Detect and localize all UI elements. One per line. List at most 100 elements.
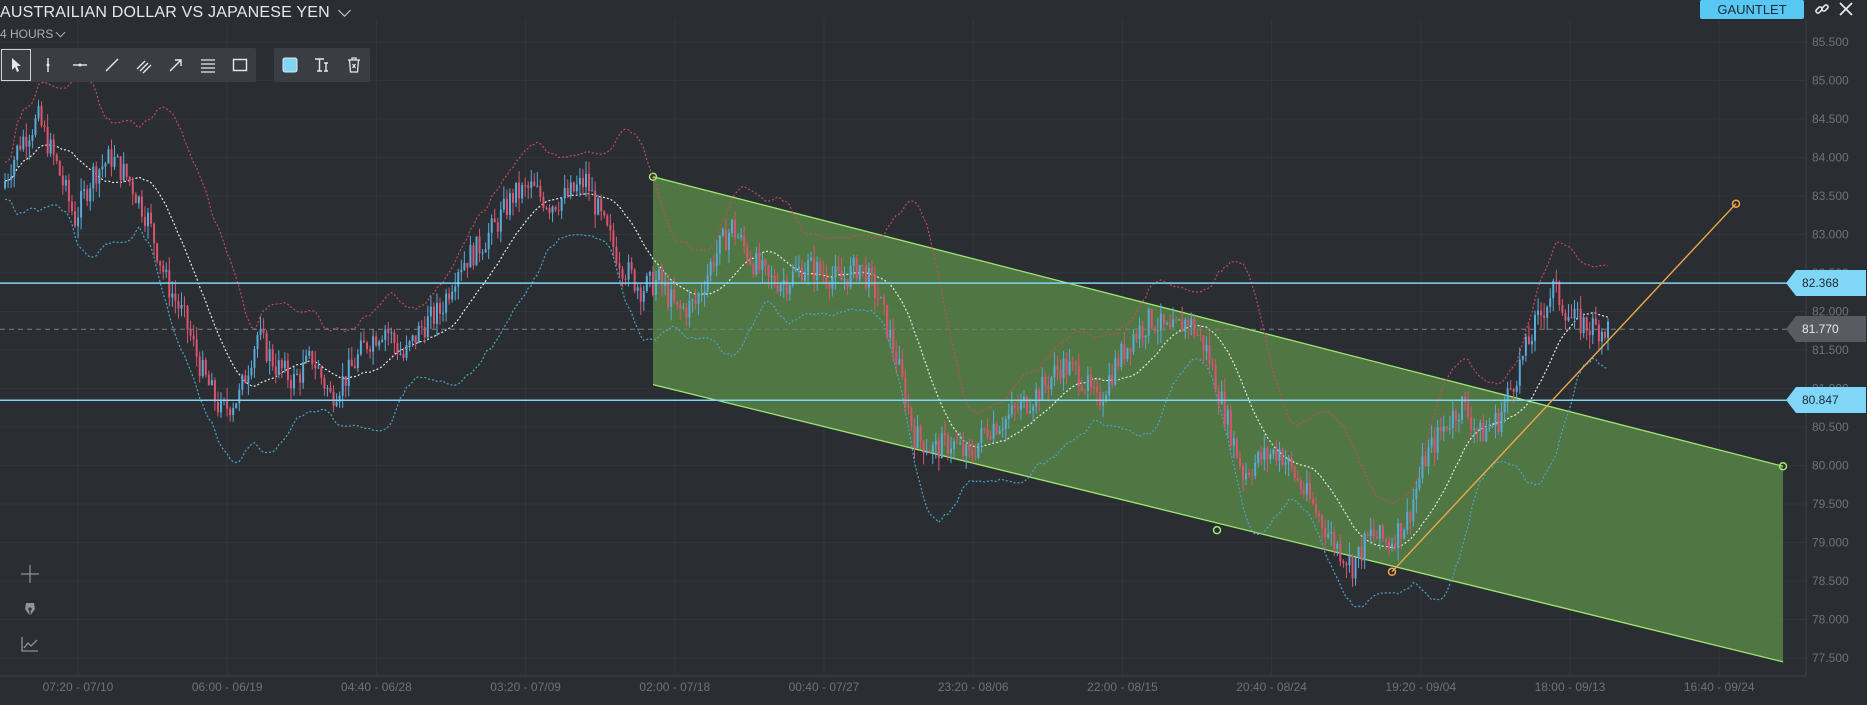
candle-body	[569, 182, 572, 196]
candle-body	[1442, 426, 1445, 432]
candle-body	[1518, 359, 1521, 386]
candle-body	[250, 367, 253, 376]
candle-body	[767, 265, 770, 277]
candle-body	[1117, 358, 1120, 367]
candle-body	[311, 351, 314, 365]
candle-body	[265, 332, 268, 362]
arrow-icon[interactable]	[160, 48, 192, 82]
pointer-icon[interactable]	[0, 48, 32, 82]
candle-body	[1470, 416, 1473, 430]
candle-body	[873, 274, 876, 298]
candle-body	[834, 266, 837, 278]
candle-body	[1159, 313, 1162, 331]
candle-body	[937, 440, 940, 459]
candle-body	[898, 359, 901, 365]
candle-body	[557, 209, 560, 211]
chevron-down-icon[interactable]	[55, 27, 66, 37]
candle-body	[721, 229, 724, 236]
candle-body	[299, 373, 302, 383]
close-icon[interactable]	[1836, 1, 1856, 21]
pen-icon[interactable]	[16, 598, 44, 622]
candle-body	[1448, 428, 1451, 430]
candle-body	[329, 387, 332, 392]
candle-body	[381, 339, 384, 342]
instrument-title[interactable]: AUSTRAILIAN DOLLAR VS JAPANESE YEN	[0, 4, 351, 22]
candle-body	[1427, 447, 1430, 467]
candle-body	[426, 316, 429, 338]
trend-line-icon[interactable]	[96, 48, 128, 82]
candle-body	[1248, 472, 1251, 476]
candle-body	[1111, 375, 1114, 385]
candle-body	[37, 105, 40, 119]
fill-color-swatch[interactable]	[274, 48, 306, 82]
parallel-channel-icon[interactable]	[128, 48, 160, 82]
candle-body	[463, 262, 466, 270]
candle-body	[1108, 375, 1111, 396]
price-tick-label: 78.500	[1812, 574, 1849, 588]
candle-body	[1059, 369, 1062, 379]
gauntlet-button[interactable]: GAUNTLET	[1700, 0, 1804, 19]
candle-body	[134, 194, 137, 204]
candle-body	[779, 284, 782, 292]
candle-body	[256, 334, 259, 350]
indicator-icon[interactable]	[16, 632, 44, 656]
candle-body	[1132, 334, 1135, 353]
price-tick-label: 77.500	[1812, 651, 1849, 665]
candle-body	[1293, 466, 1296, 478]
crosshair-icon[interactable]	[16, 562, 44, 586]
candle-body	[283, 360, 286, 369]
candle-body	[1546, 306, 1549, 318]
delete-drawing-icon[interactable]	[338, 48, 370, 82]
time-tick-label: 16:40 - 09/24	[1684, 680, 1755, 694]
chevron-down-icon[interactable]	[338, 4, 351, 17]
candle-body	[372, 336, 375, 352]
candle-body	[271, 349, 274, 367]
candle-body	[1403, 529, 1406, 539]
candle-body	[469, 245, 472, 268]
candle-body	[1099, 392, 1102, 406]
candle-body	[1381, 525, 1384, 539]
candle-body	[667, 283, 670, 307]
candle-body	[1278, 449, 1281, 461]
vertical-line-icon[interactable]	[32, 48, 64, 82]
horizontal-line-icon[interactable]	[64, 48, 96, 82]
candle-body	[1591, 318, 1594, 336]
candle-body	[204, 359, 207, 375]
candle-body	[67, 179, 70, 202]
candle-body	[457, 272, 460, 287]
candle-body	[1251, 475, 1254, 477]
candle-body	[1077, 365, 1080, 387]
candle-body	[1138, 325, 1141, 339]
candle-body	[837, 266, 840, 272]
candle-body	[390, 332, 393, 334]
candle-body	[445, 293, 448, 313]
candle-body	[25, 136, 28, 147]
price-tick-label: 85.500	[1812, 35, 1849, 49]
rectangle-icon[interactable]	[224, 48, 256, 82]
candle-body	[1372, 529, 1375, 537]
candle-body	[536, 185, 539, 187]
link-icon[interactable]	[1812, 1, 1832, 21]
candle-body	[1092, 386, 1095, 388]
candle-body	[895, 351, 898, 365]
candle-body	[1534, 314, 1536, 341]
fibonacci-icon[interactable]	[192, 48, 224, 82]
text-tool-icon[interactable]	[306, 48, 338, 82]
candle-body	[1016, 407, 1019, 410]
candle-body	[302, 362, 305, 383]
interval-selector[interactable]: 4 HOURS	[0, 27, 66, 41]
price-chart[interactable]: 85.50085.00084.50084.00083.50083.00082.5…	[0, 0, 1867, 705]
candle-body	[1543, 315, 1546, 318]
candle-body	[131, 180, 134, 195]
candle-body	[718, 235, 721, 254]
candle-body	[627, 262, 630, 280]
candle-body	[1494, 413, 1497, 426]
candle-body	[274, 366, 277, 375]
channel-fill	[653, 176, 1783, 662]
candle-body	[502, 198, 505, 210]
candle-body	[962, 442, 965, 456]
candle-body	[1345, 563, 1348, 566]
candle-body	[682, 307, 685, 309]
candle-body	[1515, 385, 1518, 392]
candle-body	[64, 179, 67, 186]
